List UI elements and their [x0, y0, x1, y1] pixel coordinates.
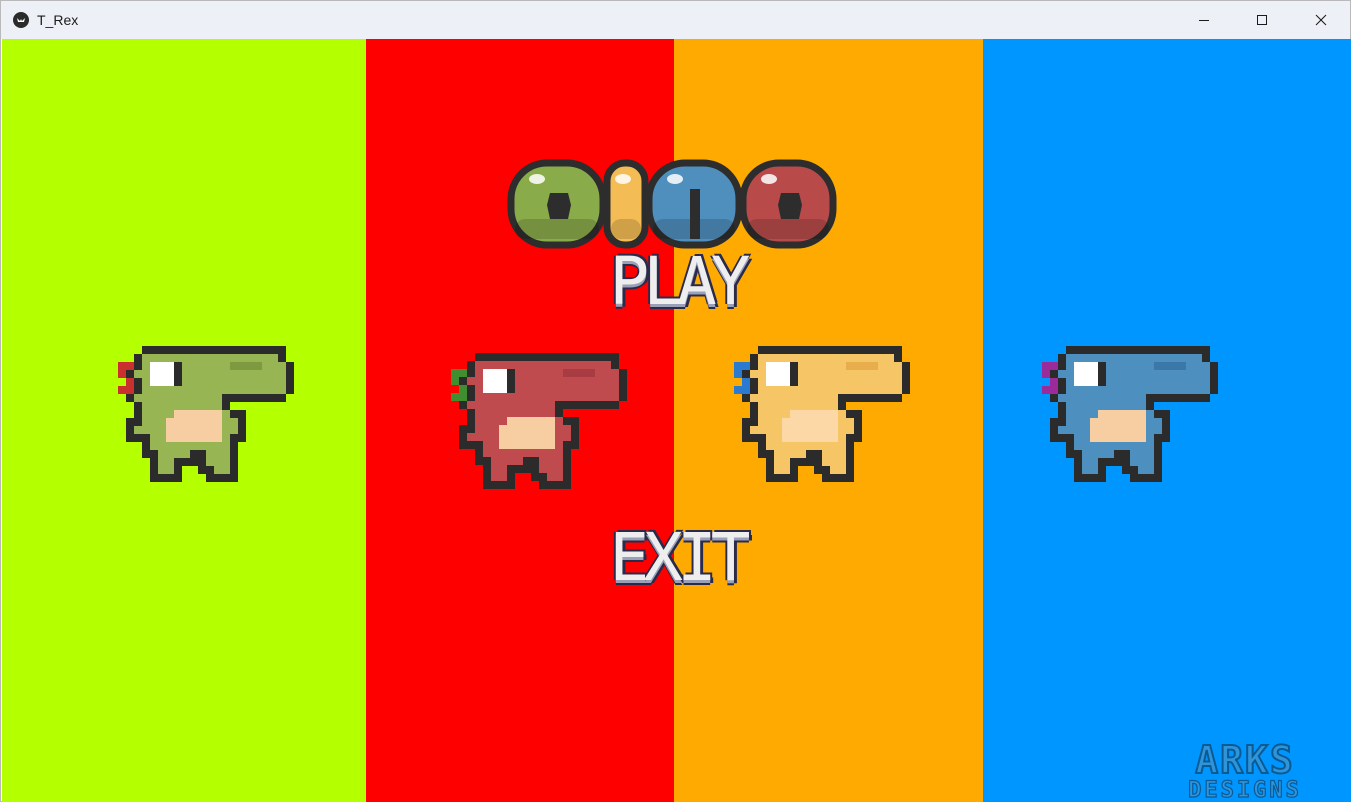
logo-letter-n: [645, 159, 743, 249]
minimize-icon: [1199, 20, 1209, 21]
dino-logo: [507, 159, 837, 249]
minimize-button[interactable]: [1175, 1, 1233, 39]
title-bar[interactable]: T_Rex: [1, 1, 1350, 39]
arks-designs-watermark: ARKS DESIGNS: [1188, 739, 1302, 801]
exit-button[interactable]: EXIT: [562, 525, 792, 591]
app-window: T_Rex PLAY EXIT ARKS DESIGNS: [0, 0, 1351, 802]
svg-text:DESIGNS: DESIGNS: [1188, 778, 1302, 801]
logo-letter-i: [603, 159, 649, 249]
close-button[interactable]: [1292, 1, 1350, 39]
maximize-button[interactable]: [1233, 1, 1291, 39]
game-canvas[interactable]: PLAY EXIT ARKS DESIGNS: [2, 39, 1351, 802]
app-icon: [13, 12, 29, 28]
svg-text:ARKS: ARKS: [1195, 739, 1295, 782]
maximize-icon: [1257, 15, 1267, 25]
yellow-dino-character[interactable]: [724, 346, 920, 506]
exit-label: EXIT: [609, 519, 751, 596]
green-dino-character[interactable]: [108, 346, 304, 506]
logo-letter-o: [739, 159, 837, 249]
blue-dino-character[interactable]: [1032, 346, 1228, 506]
window-title: T_Rex: [37, 12, 79, 28]
red-dino-character[interactable]: [441, 353, 637, 513]
play-button[interactable]: PLAY: [562, 249, 792, 315]
logo-letter-d: [507, 159, 607, 249]
play-label: PLAY: [609, 243, 751, 320]
close-icon: [1315, 14, 1327, 26]
